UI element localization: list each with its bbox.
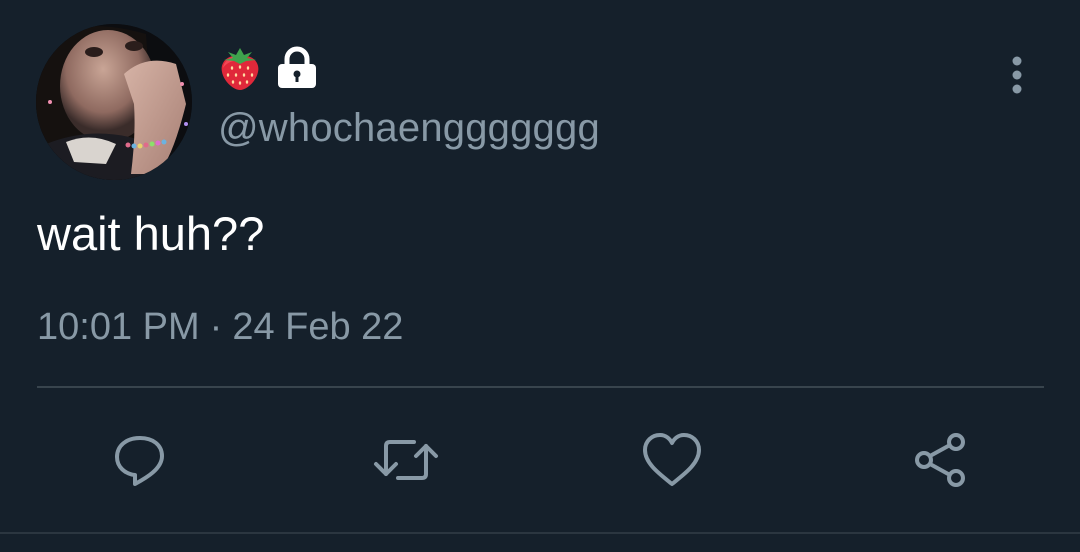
strawberry-icon xyxy=(218,44,262,92)
user-handle[interactable]: @whochaenggggggg xyxy=(218,106,600,151)
avatar[interactable] xyxy=(36,24,192,180)
share-button[interactable] xyxy=(904,424,976,496)
bottom-divider xyxy=(0,532,1080,534)
lock-icon xyxy=(276,46,318,90)
more-vertical-icon xyxy=(1012,56,1022,94)
reply-icon xyxy=(115,436,164,486)
timestamp-separator: · xyxy=(209,306,223,348)
reply-button[interactable] xyxy=(104,424,176,496)
retweet-button[interactable] xyxy=(370,424,442,496)
display-name xyxy=(218,42,318,94)
tweet-text: wait huh?? xyxy=(37,207,265,260)
action-bar xyxy=(0,424,1080,496)
tweet-time: 10:01 PM xyxy=(37,306,200,348)
like-button[interactable] xyxy=(636,424,708,496)
tweet-card: @whochaenggggggg wait huh?? 10:01 PM · 24 … xyxy=(0,0,1080,552)
avatar-photo xyxy=(36,24,192,180)
tweet-timestamp[interactable]: 10:01 PM · 24 Feb 22 xyxy=(37,306,403,349)
retweet-icon xyxy=(374,440,438,480)
divider xyxy=(37,386,1044,388)
more-options-button[interactable] xyxy=(996,52,1038,98)
like-icon xyxy=(643,433,701,486)
tweet-date: 24 Feb 22 xyxy=(232,306,404,348)
share-icon xyxy=(915,433,965,487)
